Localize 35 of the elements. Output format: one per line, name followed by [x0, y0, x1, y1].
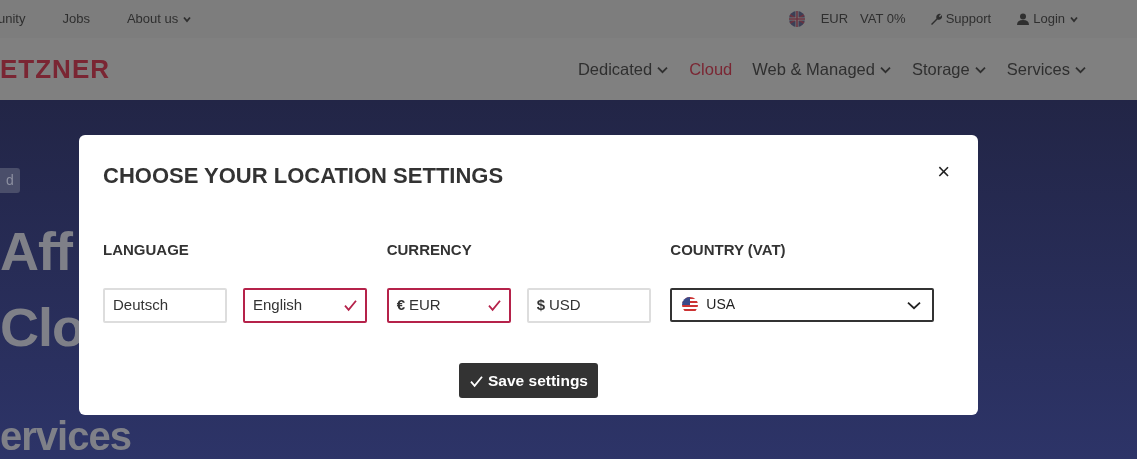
hero-heading: Clo — [0, 300, 84, 354]
nav-menu-item[interactable]: Cloud — [689, 56, 733, 82]
vat-label: VAT 0% — [860, 10, 906, 29]
field-label: CURRENCY — [386, 240, 473, 261]
country-select[interactable]: USA — [670, 287, 935, 322]
chevron-down-icon — [1069, 14, 1079, 24]
user-icon — [1017, 13, 1030, 25]
field-label: LANGUAGE — [103, 240, 190, 261]
check-icon — [343, 298, 357, 313]
field-label: COUNTRY (VAT) — [670, 240, 787, 261]
option-button[interactable]: English — [243, 287, 367, 323]
save-button[interactable]: Save settings — [459, 362, 598, 399]
option-button[interactable]: Deutsch — [103, 287, 227, 323]
currency-label: EUR — [820, 10, 849, 29]
nav-link[interactable]: About us — [126, 9, 193, 29]
flag-icon — [788, 11, 805, 27]
hero-heading: Aff — [0, 224, 72, 278]
wrench-icon — [929, 13, 942, 25]
logo[interactable]: ETZNER — [0, 49, 110, 89]
hero-heading: ervices — [0, 416, 131, 456]
modal-title: CHOOSE YOUR LOCATION SETTINGS — [103, 163, 504, 190]
login-link[interactable]: Login — [1017, 9, 1079, 29]
nav-menu-item[interactable]: Web & Managed — [752, 56, 892, 82]
close-button[interactable]: × — [933, 159, 954, 185]
support-link[interactable]: Support — [929, 9, 992, 29]
option-button[interactable]: € EUR — [386, 287, 511, 323]
check-icon — [486, 298, 501, 313]
nav-menu-item[interactable]: Services — [1006, 56, 1087, 82]
nav-menu-item[interactable]: Dedicated — [577, 56, 670, 82]
nav-link[interactable]: Jobs — [62, 9, 90, 29]
us-flag-icon — [682, 296, 699, 313]
check-icon — [469, 373, 484, 388]
tag-label: d — [0, 168, 20, 193]
option-button[interactable]: $ USD — [526, 287, 651, 323]
nav-menu-item[interactable]: Storage — [911, 56, 987, 82]
